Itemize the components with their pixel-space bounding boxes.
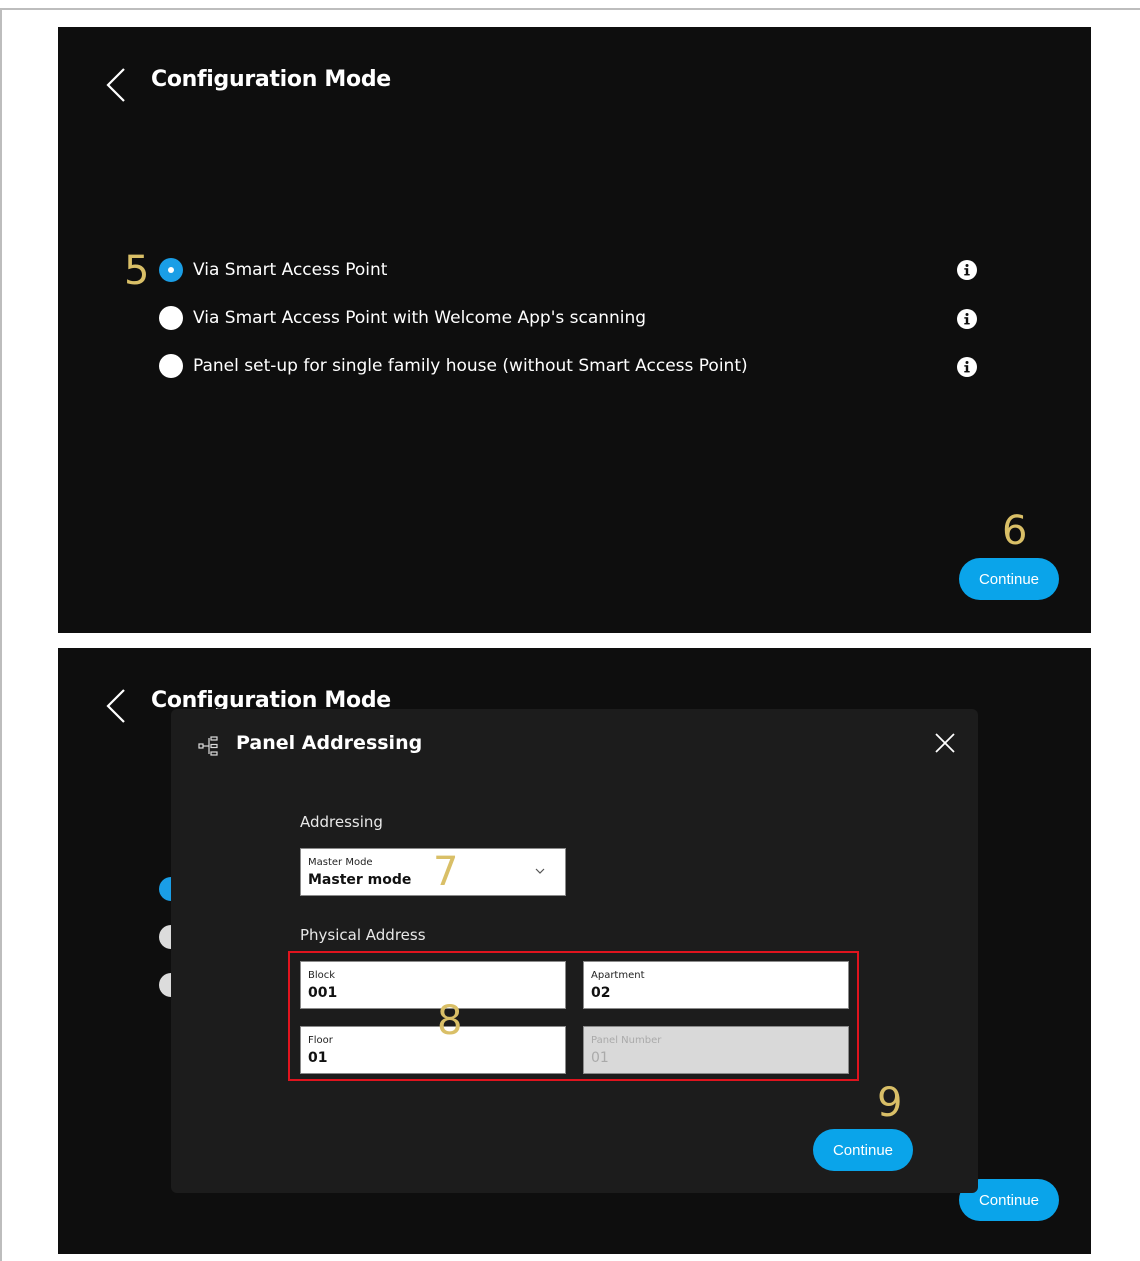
info-icon[interactable] [956,356,978,378]
field-value: Master mode [308,872,412,888]
field-value: 02 [591,985,611,1001]
callout-8: 8 [437,998,463,1044]
field-label: Block [308,970,336,981]
page-title: Configuration Mode [151,67,391,92]
continue-button[interactable]: Continue [959,558,1059,600]
panel-addressing-icon [198,736,218,756]
callout-6: 6 [1002,508,1028,554]
physical-address-label: Physical Address [300,926,426,944]
dialog-title: Panel Addressing [236,732,423,754]
chevron-down-icon [535,868,545,874]
info-icon[interactable] [956,308,978,330]
field-label: Floor [308,1035,333,1046]
field-value: 01 [308,1050,328,1066]
back-chevron-icon[interactable] [102,65,132,105]
option-single-family-house[interactable]: Panel set-up for single family house (wi… [159,353,748,379]
field-value: 001 [308,985,338,1001]
back-chevron-icon[interactable] [102,686,132,726]
dialog-continue-button[interactable]: Continue [813,1129,913,1171]
option-label: Panel set-up for single family house (wi… [193,356,748,376]
close-icon[interactable] [933,731,957,755]
radio-button-selected[interactable] [159,258,183,282]
info-icon[interactable] [956,259,978,281]
callout-9: 9 [877,1080,903,1126]
configuration-mode-screen: Configuration Mode 5 Via Smart Access Po… [58,27,1091,633]
addressing-label: Addressing [300,813,383,831]
floor-field[interactable]: Floor 01 [300,1026,566,1074]
radio-button[interactable] [159,354,183,378]
field-value: 01 [591,1050,609,1066]
option-via-smart-access-point[interactable]: Via Smart Access Point [159,257,387,283]
apartment-field[interactable]: Apartment 02 [583,961,849,1009]
callout-7: 7 [433,849,459,895]
panel-number-field: Panel Number 01 [583,1026,849,1074]
option-via-smart-access-point-app-scanning[interactable]: Via Smart Access Point with Welcome App'… [159,305,646,331]
panel-addressing-dialog: Panel Addressing Addressing Master Mode … [171,709,978,1193]
block-field[interactable]: Block 001 [300,961,566,1009]
field-label: Apartment [591,970,645,981]
option-label: Via Smart Access Point [193,260,388,280]
configuration-mode-screen-with-dialog: Configuration Mode Continue Panel Addres… [58,648,1091,1254]
field-label: Master Mode [308,857,373,868]
radio-button[interactable] [159,306,183,330]
field-label: Panel Number [591,1035,662,1046]
callout-5: 5 [124,248,150,294]
option-label: Via Smart Access Point with Welcome App'… [193,308,647,328]
